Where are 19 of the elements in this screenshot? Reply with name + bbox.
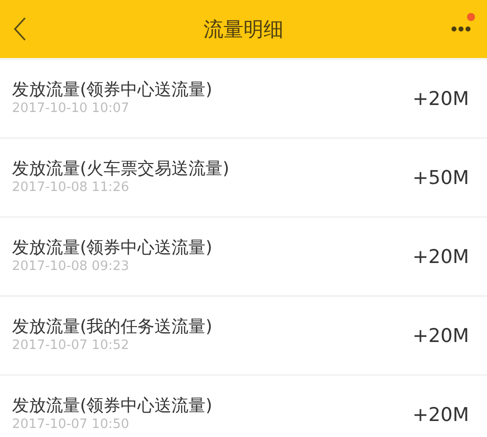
record-amount: +20M [412,88,469,110]
record-title: 发放流量(领券中心送流量) [12,396,214,417]
record-amount: +20M [412,324,469,346]
record-title: 发放流量(领券中心送流量) [12,238,214,259]
page-title: 流量明细 [204,16,284,40]
record-amount: +20M [412,246,469,268]
more-dots-icon [451,26,471,32]
record-title: 发放流量(领券中心送流量) [12,80,214,101]
record-title: 发放流量(我的任务送流量) [12,317,214,338]
record-amount: +20M [412,404,469,426]
record-time: 2017-10-10 10:07 [12,101,130,117]
record-time: 2017-10-07 10:50 [12,417,130,433]
record-title: 发放流量(火车票交易送流量) [12,159,230,180]
record-amount: +50M [412,166,469,188]
record-time: 2017-10-08 09:23 [12,259,130,275]
record-time: 2017-10-07 10:52 [12,338,130,354]
back-chevron-icon [14,17,26,41]
record-time: 2017-10-08 11:26 [12,180,130,196]
back-button[interactable] [14,17,26,41]
